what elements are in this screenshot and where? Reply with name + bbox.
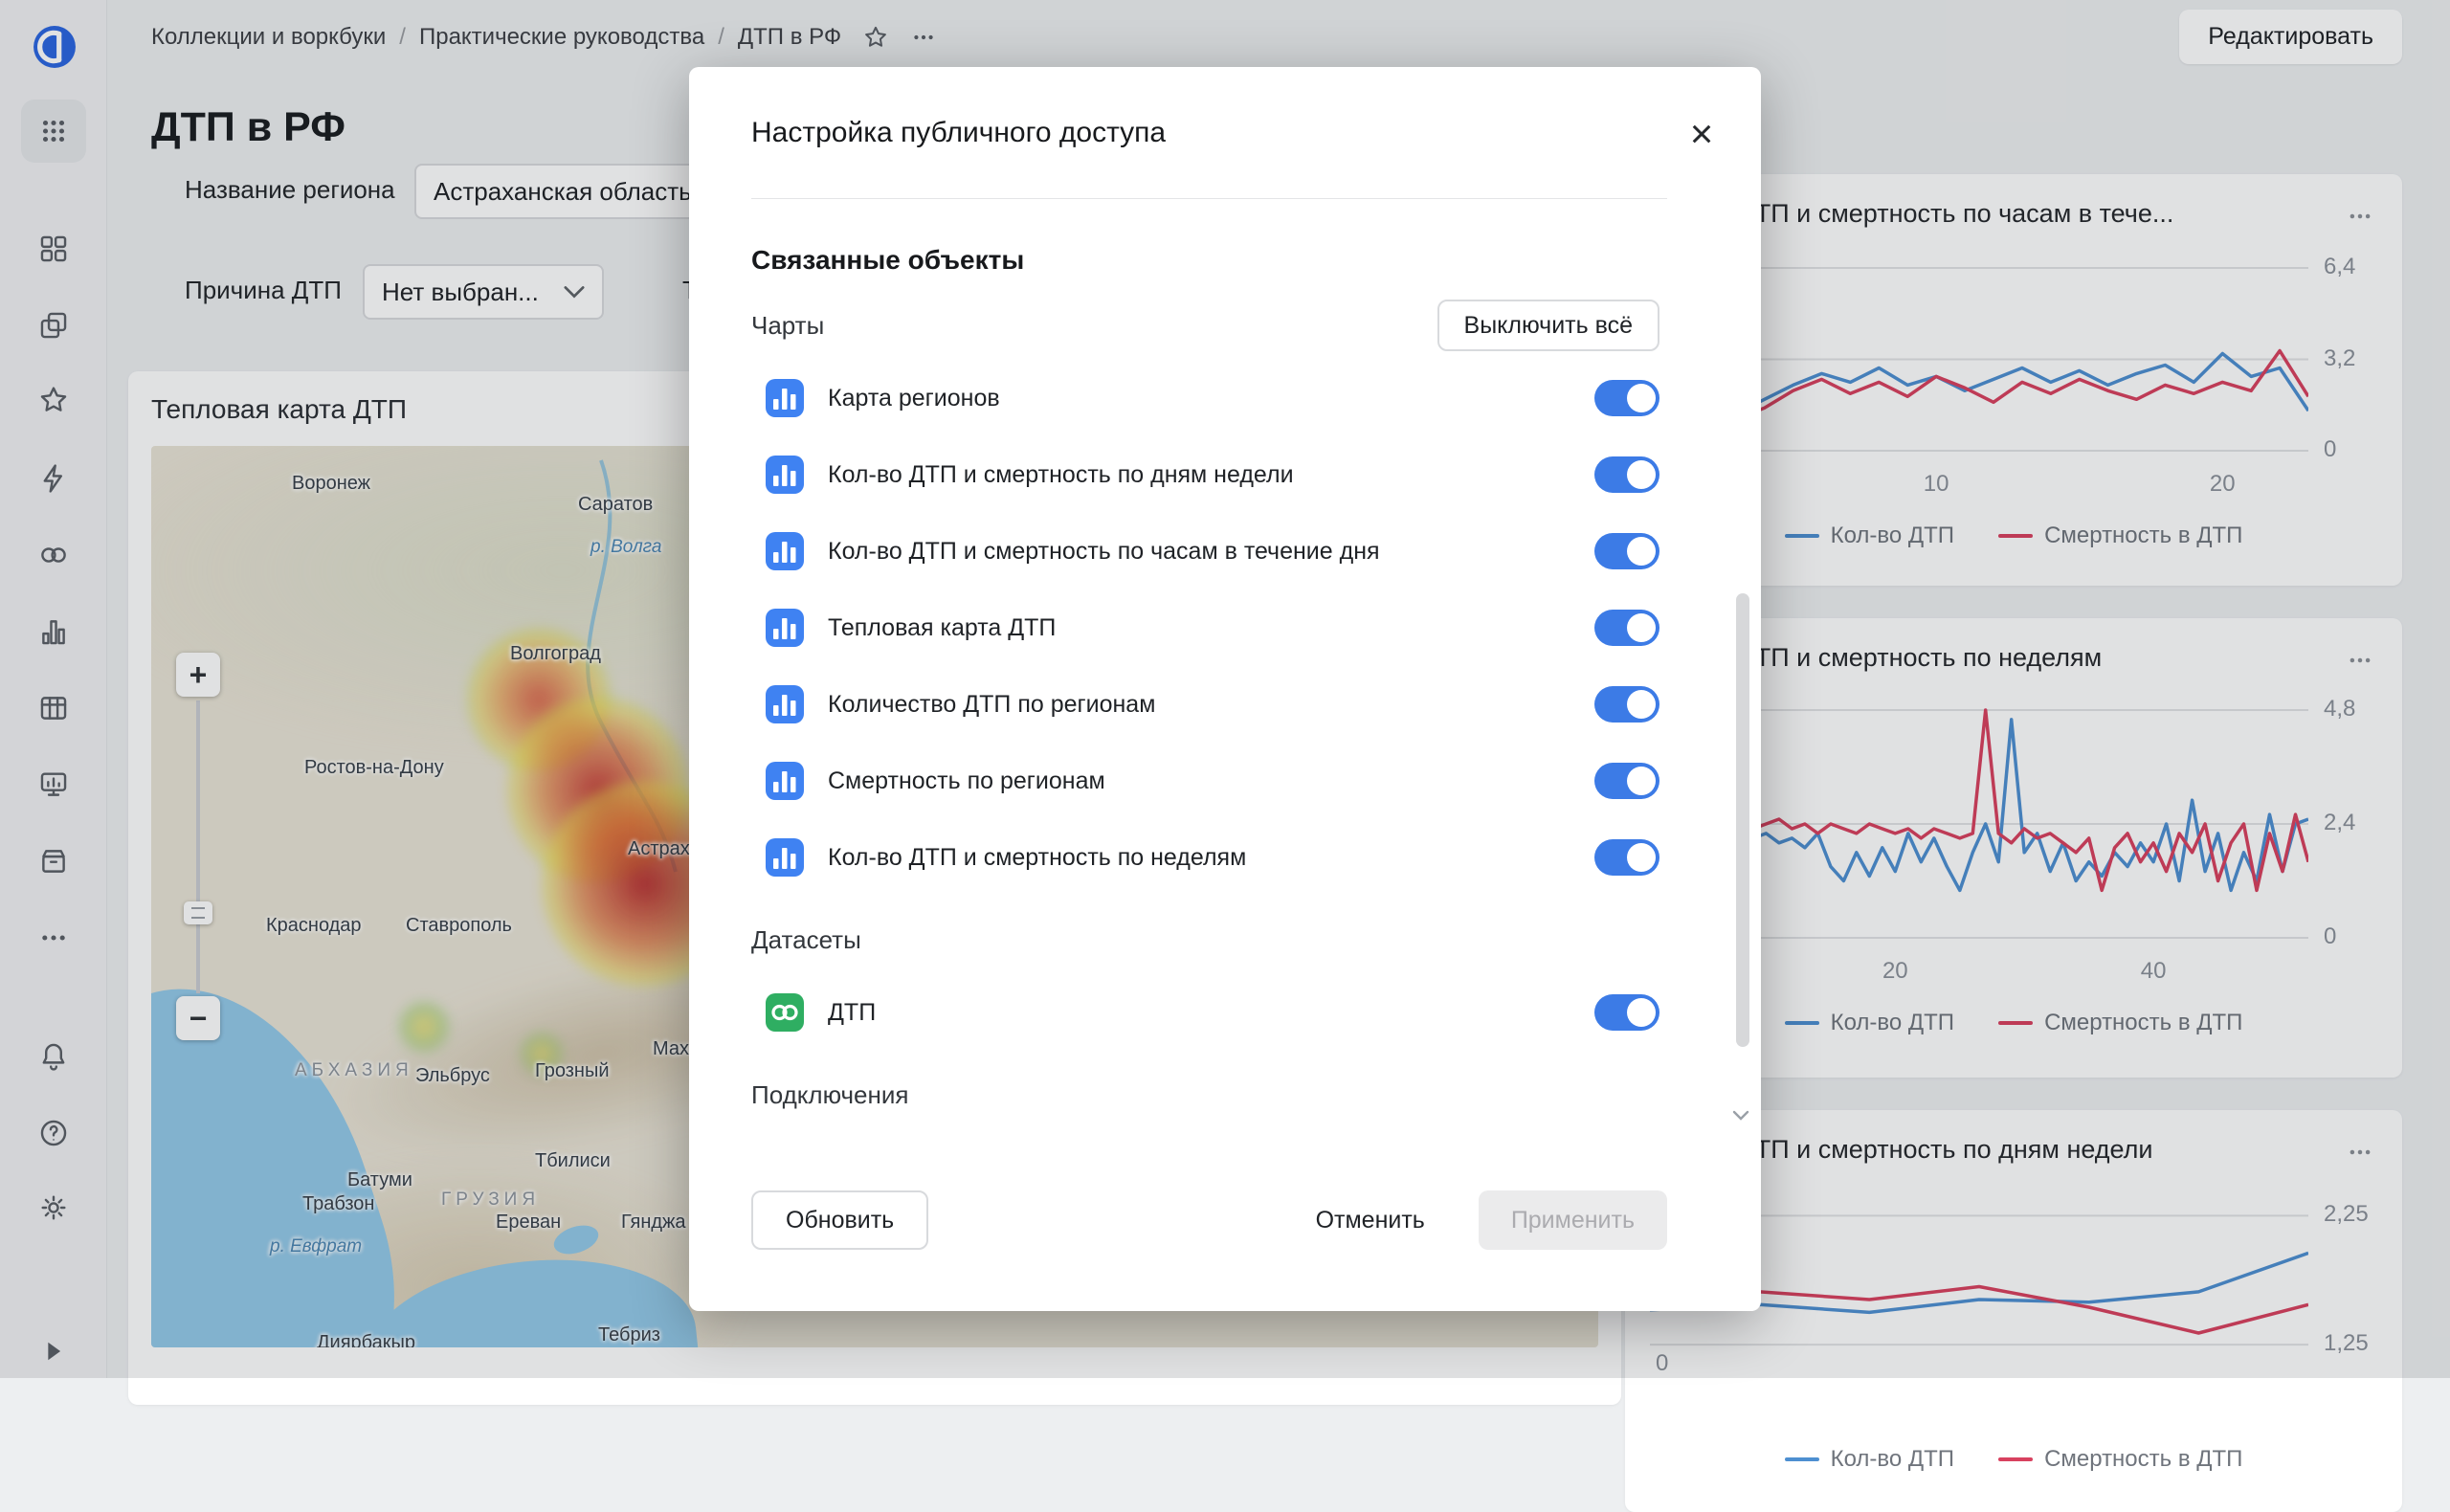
legend-item: Кол-во ДТП <box>1785 1446 1954 1473</box>
chart-icon <box>766 609 804 647</box>
chart-icon <box>766 685 804 723</box>
close-icon[interactable]: × <box>1681 113 1723 155</box>
related-objects-title: Связанные объекты <box>751 245 1659 278</box>
object-name: Кол-во ДТП и смертность по неделям <box>828 844 1246 872</box>
legend-label: Смертность в ДТП <box>2044 1446 2242 1473</box>
toggle-switch[interactable] <box>1594 763 1659 799</box>
chart-icon <box>766 379 804 417</box>
modal-body: Связанные объекты Чарты Выключить всё Карт… <box>689 211 1761 1144</box>
modal-header: Настройка публичного доступа <box>751 67 1699 198</box>
toggle-switch[interactable] <box>1594 610 1659 646</box>
scroll-down-chevron-icon[interactable] <box>1728 1102 1753 1127</box>
toggle-switch[interactable] <box>1594 456 1659 493</box>
object-group-header: Датасеты <box>751 911 1659 968</box>
dataset-icon <box>766 993 804 1032</box>
object-row: ДТП <box>751 974 1659 1051</box>
public-access-modal: Настройка публичного доступа × Связанные… <box>689 67 1761 1311</box>
chart-icon <box>766 762 804 800</box>
legend-label: Кол-во ДТП <box>1831 1446 1954 1473</box>
legend-item: Смертность в ДТП <box>1998 1446 2242 1473</box>
toggle-switch[interactable] <box>1594 533 1659 569</box>
object-name: Карта регионов <box>828 385 1000 412</box>
cancel-button[interactable]: Отменить <box>1291 1190 1450 1250</box>
toggle-switch[interactable] <box>1594 380 1659 416</box>
object-row: Кол-во ДТП и смертность по часам в течен… <box>751 513 1659 589</box>
toggle-switch[interactable] <box>1594 686 1659 723</box>
group-title: Подключения <box>751 1080 908 1110</box>
object-row: Кол-во ДТП и смертность по неделям <box>751 819 1659 896</box>
object-name: Тепловая карта ДТП <box>828 614 1056 642</box>
object-row <box>751 1129 1659 1144</box>
object-row: Карта регионов <box>751 360 1659 436</box>
group-title: Чарты <box>751 311 824 341</box>
object-group-header: Подключения <box>751 1066 1659 1123</box>
disable-all-button[interactable]: Выключить всё <box>1437 300 1659 351</box>
object-name: Кол-во ДТП и смертность по дням недели <box>828 461 1294 489</box>
modal-scrollbar-thumb[interactable] <box>1736 593 1749 1047</box>
divider <box>751 198 1667 199</box>
object-name: Смертность по регионам <box>828 767 1105 795</box>
object-row: Кол-во ДТП и смертность по дням недели <box>751 436 1659 513</box>
modal-footer: Обновить Отменить Применить <box>751 1190 1667 1251</box>
object-row: Смертность по регионам <box>751 743 1659 819</box>
update-button[interactable]: Обновить <box>751 1190 928 1250</box>
toggle-switch[interactable] <box>1594 839 1659 876</box>
chart-icon <box>766 456 804 494</box>
object-row: Тепловая карта ДТП <box>751 589 1659 666</box>
group-title: Датасеты <box>751 925 861 955</box>
chart-icon <box>766 532 804 570</box>
toggle-switch[interactable] <box>1594 994 1659 1031</box>
modal-title: Настройка публичного доступа <box>751 117 1166 149</box>
apply-button[interactable]: Применить <box>1479 1190 1667 1250</box>
object-name: ДТП <box>828 999 876 1027</box>
object-name: Кол-во ДТП и смертность по часам в течен… <box>828 538 1380 566</box>
object-row: Количество ДТП по регионам <box>751 666 1659 743</box>
object-name: Количество ДТП по регионам <box>828 691 1155 719</box>
object-group-header: Чарты Выключить всё <box>751 297 1659 354</box>
chart-icon <box>766 838 804 877</box>
